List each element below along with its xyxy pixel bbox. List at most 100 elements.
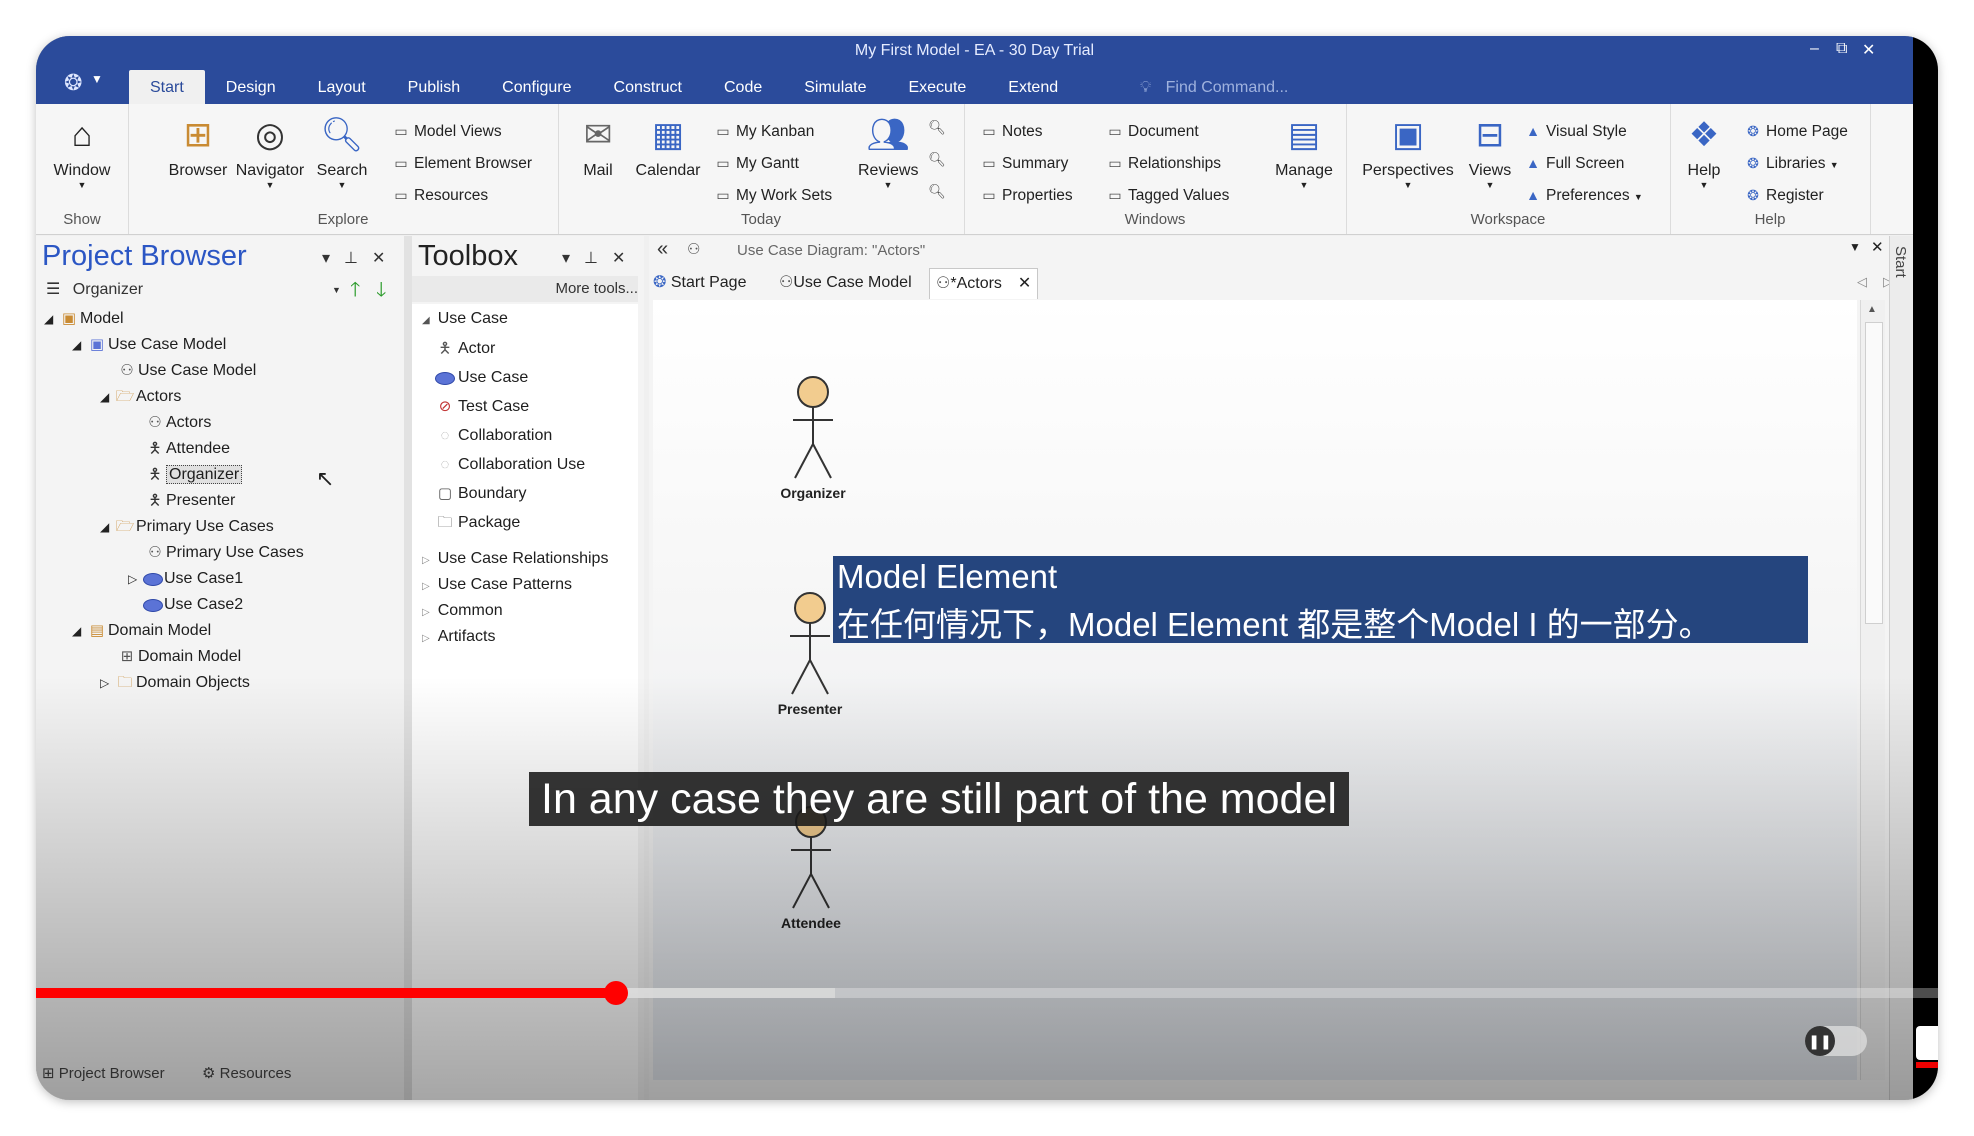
minimize-button[interactable]: – [1810,40,1819,58]
doc-tab-start-page[interactable]: ❂ Start Page [653,268,746,298]
relationships-button[interactable]: ▭ Relationships [1106,150,1221,176]
tree-item-domain-model-package[interactable]: ◢ ▤ Domain Model [72,618,211,644]
chevron-down-icon[interactable]: ▾ [562,250,584,267]
pin-icon[interactable]: ⊥ [584,250,612,267]
toolbox-group-use-case-relationships[interactable]: ▷ Use Case Relationships [422,546,608,572]
manage-button[interactable]: ▤ Manage ▼ [1266,110,1342,190]
model-views-button[interactable]: ▭ Model Views [392,118,501,144]
video-player[interactable]: ❂ ▼ My First Model - EA - 30 Day Trial –… [36,36,1938,1100]
diagram-vertical-scrollbar[interactable]: ▲ [1860,300,1885,1080]
notes-button[interactable]: ▭ Notes [980,118,1042,144]
tagged-values-button[interactable]: ▭ Tagged Values [1106,182,1229,208]
close-icon[interactable]: ✕ [1871,238,1884,256]
hamburger-menu-icon[interactable]: ☰ [46,281,60,298]
tree-item-use-case-model-package[interactable]: ◢ ▣ Use Case Model [72,332,226,358]
close-window-button[interactable]: ✕ [1862,40,1875,60]
toolbox-item-test-case[interactable]: ⊘ Test Case [432,394,529,420]
toolbox-item-use-case[interactable]: Use Case [432,365,528,391]
search-small-button[interactable]: 🔍︎ [928,146,950,172]
my-gantt-button[interactable]: ▭ My Gantt [714,150,799,176]
tree-item-attendee[interactable]: 🯅︎ Attendee [144,436,230,462]
tree-item-primary-use-cases-diagram[interactable]: ⚇ Primary Use Cases [144,540,304,566]
restore-button[interactable]: ⧉ [1836,40,1847,58]
my-kanban-button[interactable]: ▭ My Kanban [714,118,814,144]
toolbox-item-actor[interactable]: 🯅︎ Actor [432,336,495,362]
visual-style-button[interactable]: ▲ Visual Style [1524,118,1627,144]
resources-button[interactable]: ▭ Resources [392,182,488,208]
chevron-down-icon[interactable]: ▾ [322,250,344,267]
tree-item-model[interactable]: ◢ ▣ Model [44,306,124,332]
tab-construct[interactable]: Construct [593,70,703,104]
move-down-arrow-icon[interactable]: 🡓︎ [376,276,386,304]
close-tab-icon[interactable]: ✕ [1018,275,1031,292]
scrollbar-thumb[interactable] [1865,322,1883,624]
element-browser-button[interactable]: ▭ Element Browser [392,150,532,176]
doc-tab-use-case-model[interactable]: ⚇Use Case Model [779,268,912,298]
app-logo-icon[interactable]: ❂ [64,70,82,96]
window-button[interactable]: ⌂ Window ▼ [44,110,120,191]
full-screen-button[interactable]: ▲ Full Screen [1524,150,1624,176]
tree-item-actors-package[interactable]: ◢ 🗁︎ Actors [100,384,181,410]
calendar-button[interactable]: ▦ Calendar [630,110,706,180]
tree-expanded-icon[interactable]: ◢ [44,306,58,332]
mail-button[interactable]: ✉ Mail [570,110,626,180]
find-command-input[interactable]: 💡︎ Find Command... [1140,70,1288,104]
tree-item-actors-diagram[interactable]: ⚇ Actors [144,410,211,436]
tab-design[interactable]: Design [205,70,297,104]
register-button[interactable]: ❂ Register [1744,182,1824,208]
tab-execute[interactable]: Execute [887,70,987,104]
home-page-button[interactable]: ❂ Home Page [1744,118,1848,144]
double-chevron-left-icon[interactable]: « [657,238,668,261]
help-button[interactable]: ❖ Help ▼ [1676,110,1732,190]
tree-expanded-icon[interactable]: ◢ [100,514,114,540]
tree-item-domain-objects[interactable]: ▷ 🗀︎ Domain Objects [100,670,250,696]
actor-organizer[interactable]: Organizer [773,374,853,501]
move-up-arrow-icon[interactable]: 🡑︎ [350,276,360,304]
bottom-tab-project-browser[interactable]: ⊞ Project Browser [42,1064,165,1082]
bottom-tab-resources[interactable]: ⚙ Resources [202,1064,291,1082]
diagram-canvas[interactable]: Organizer Presenter Attendee [653,300,1857,1080]
chevron-down-icon[interactable]: ▼ [332,276,341,304]
reviews-button[interactable]: 👥︎ Reviews ▼ [858,110,918,190]
perspectives-button[interactable]: ▣ Perspectives ▼ [1358,110,1458,190]
tree-item-organizer[interactable]: 🯅︎ Organizer ↖ [144,462,334,491]
toolbox-item-package[interactable]: 🗀︎ Package [432,510,520,536]
tree-item-use-case1[interactable]: ▷ Use Case1 [128,566,243,592]
chevron-down-icon[interactable]: ▼ [91,72,103,86]
close-icon[interactable]: ✕ [612,250,639,267]
toolbox-item-collaboration-use[interactable]: ◌ Collaboration Use [432,452,586,478]
preferences-button[interactable]: ▲ Preferences ▼ [1524,182,1643,208]
pin-icon[interactable]: ⊥ [344,250,372,267]
views-button[interactable]: ⊟ Views ▼ [1462,110,1518,190]
tab-start[interactable]: Start [129,70,205,104]
tab-configure[interactable]: Configure [481,70,592,104]
scroll-up-icon[interactable]: ▲ [1867,304,1877,315]
search-button[interactable]: 🔍︎ Search ▼ [312,110,372,190]
chevron-down-icon[interactable]: ▼ [1849,240,1861,254]
toolbox-section-use-case[interactable]: ◢ Use Case [422,306,508,332]
tree-expanded-icon[interactable]: ◢ [72,618,86,644]
doc-tab-actors[interactable]: ⚇*Actors ✕ [929,268,1039,299]
tab-scroll-left-icon[interactable]: ◁ [1857,274,1867,290]
tree-item-use-case-model-diagram[interactable]: ⚇ Use Case Model [116,358,256,384]
panel-splitter[interactable] [404,236,412,1100]
toolbox-group-use-case-patterns[interactable]: ▷ Use Case Patterns [422,572,572,598]
start-side-panel[interactable]: Start [1889,236,1913,1100]
properties-button[interactable]: ▭ Properties [980,182,1072,208]
tree-item-domain-model-diagram[interactable]: ⊞ Domain Model [116,644,241,670]
scrubber-handle[interactable] [604,981,629,1005]
tree-item-presenter[interactable]: 🯅︎ Presenter [144,488,235,514]
tab-code[interactable]: Code [703,70,783,104]
tree-expanded-icon[interactable]: ◢ [72,332,86,358]
navigator-button[interactable]: ◎ Navigator ▼ [232,110,308,190]
toolbox-item-boundary[interactable]: ▢ Boundary [432,481,527,507]
more-tools-button[interactable]: More tools... [412,276,638,302]
summary-button[interactable]: ▭ Summary [980,150,1068,176]
toolbox-group-common[interactable]: ▷ Common [422,598,503,624]
close-icon[interactable]: ✕ [372,250,399,267]
my-work-sets-button[interactable]: ▭ My Work Sets [714,182,832,208]
tree-item-use-case2[interactable]: Use Case2 [142,592,243,618]
tab-simulate[interactable]: Simulate [783,70,887,104]
browser-button[interactable]: ⊞ Browser [168,110,228,180]
tab-layout[interactable]: Layout [297,70,387,104]
